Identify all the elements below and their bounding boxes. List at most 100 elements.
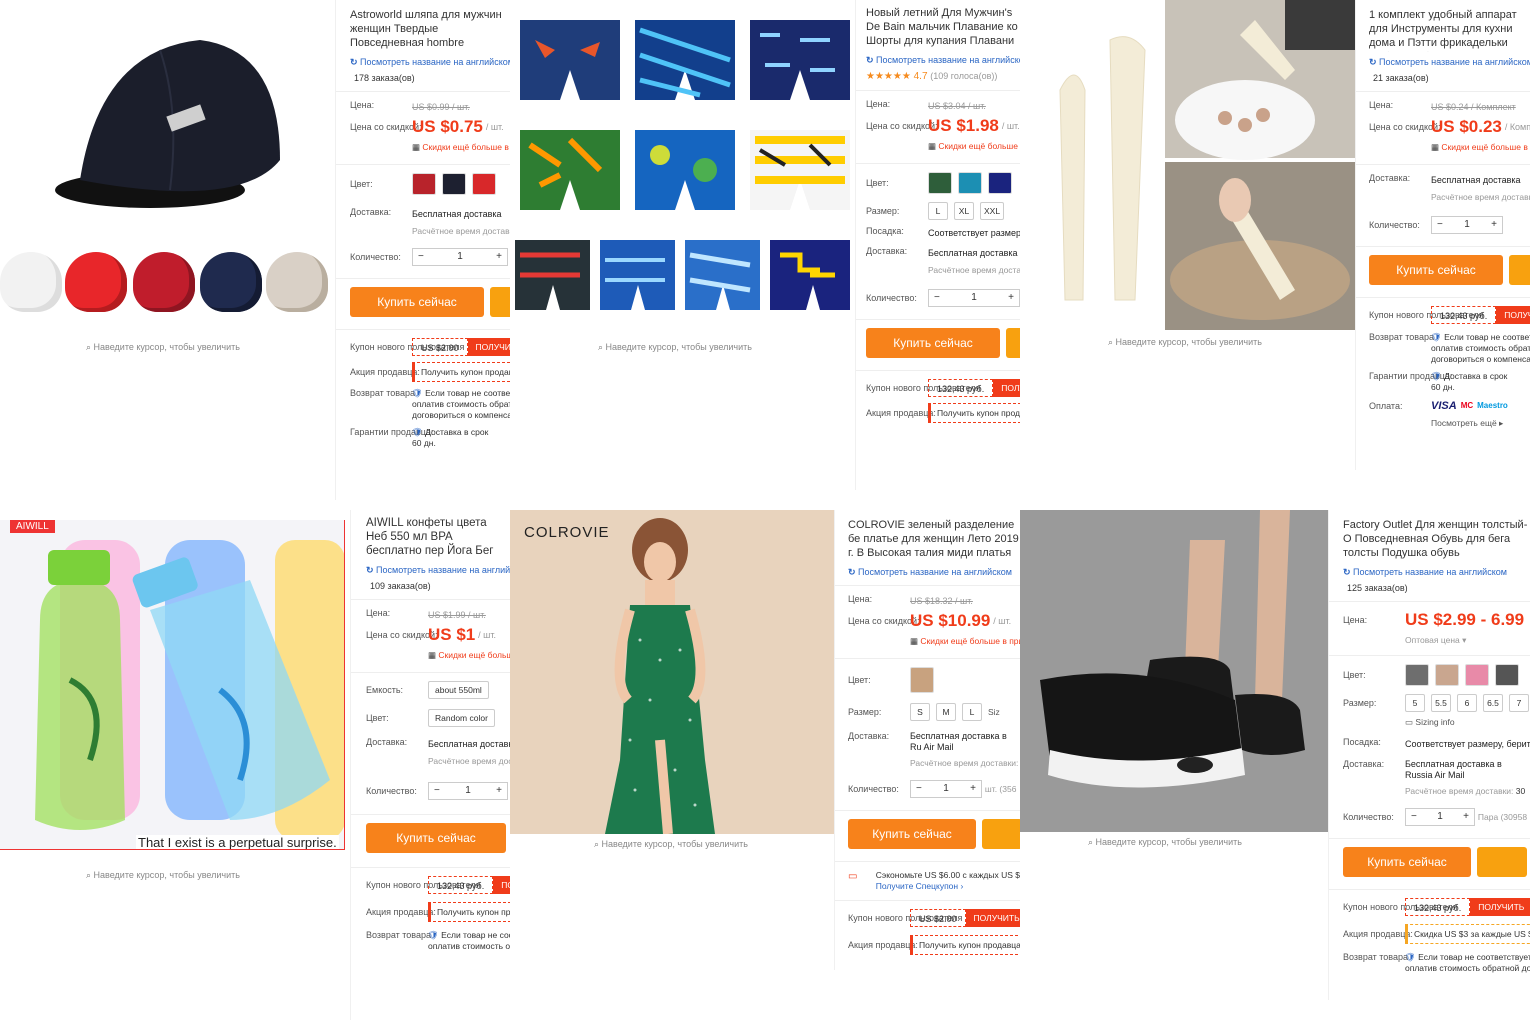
translate-link[interactable]: Посмотреть название на английском [350,55,510,69]
qty-minus-button[interactable]: − [1411,810,1417,824]
buy-now-button[interactable]: Купить сейчас [1369,255,1503,285]
new-user-coupon[interactable]: US $2.00ПОЛУЧИТЬ [910,909,1020,927]
color-swatch-3[interactable] [988,172,1012,194]
qty-minus-button[interactable]: − [418,250,424,264]
translate-link[interactable]: Посмотреть название на английском [1343,565,1530,579]
buy-now-button[interactable]: Купить сейчас [350,287,484,317]
size-option-5[interactable]: 5 [1405,694,1425,712]
new-user-coupon[interactable]: US $2.00ПОЛУЧИТЬ [412,338,510,356]
product-main-image-kitchen[interactable] [1035,0,1355,330]
delivery-method[interactable]: Бесплатная доставка [428,737,510,751]
thumb-white-cap[interactable] [0,252,62,312]
seller-promo-coupon[interactable]: Получить купон продавца [910,935,1020,955]
size-option-m[interactable]: M [936,703,956,721]
size-option-5-5[interactable]: 5.5 [1431,694,1451,712]
new-user-coupon[interactable]: 132,43 руб.ПОЛУЧИТЬ [928,379,1020,397]
delivery-method[interactable]: Бесплатная доставка [1431,173,1521,187]
product-title[interactable]: AIWILL конфеты цвета Неб 550 мл BPA бесп… [366,516,510,560]
size-option-l[interactable]: L [962,703,982,721]
product-main-image-shoes[interactable] [1020,510,1328,832]
color-swatch-green[interactable] [910,667,934,693]
product-main-image-bottle[interactable]: AIWILL That I exist is a perpetual surpr… [0,520,345,850]
size-option-xxl[interactable]: XXL [980,202,1005,220]
delivery-method[interactable]: Бесплатная доставка в Ru Air Mail [910,731,1020,753]
product-title[interactable]: Astroworld шляпа для мужчин женщин Тверд… [350,8,510,52]
product-title[interactable]: Новый летний Для Мужчин's De Bain мальчи… [866,6,1020,50]
quantity-stepper[interactable]: − 1 + [428,782,508,800]
qty-plus-button[interactable]: + [1491,218,1497,232]
buy-now-button[interactable]: Купить сейчас [848,819,976,849]
color-swatch-1[interactable] [1405,664,1429,686]
thumb-darkred-cap[interactable] [133,252,195,312]
add-to-cart-button[interactable] [982,819,1020,849]
color-swatch-3[interactable] [1465,664,1489,686]
color-swatch-black[interactable] [442,173,466,195]
app-discount-link[interactable]: Скидки ещё больше в приложении [428,648,510,662]
size-option-7[interactable]: 7 [1509,694,1529,712]
qty-minus-button[interactable]: − [916,782,922,796]
delivery-method[interactable]: Бесплатная доставка в Russia Air Mail [1405,759,1529,781]
app-discount-link[interactable]: Скидки ещё больше в приложении [1431,140,1530,154]
size-option-6-5[interactable]: 6.5 [1483,694,1503,712]
color-option[interactable]: Random color [428,709,495,727]
color-swatch-1[interactable] [928,172,952,194]
thumb-red-cap[interactable] [65,252,127,312]
translate-link[interactable]: Посмотреть название на английском [366,563,510,577]
color-swatch-2[interactable] [958,172,982,194]
product-main-image-dress[interactable]: COLROVIE [510,510,834,834]
seller-promo-coupon[interactable]: Получить купон продавца [928,403,1020,423]
seller-promo-coupon[interactable]: Получить купон продавца [412,362,510,382]
see-more-link[interactable]: Посмотреть ещё ▸ [1431,416,1503,430]
qty-value[interactable]: 1 [1464,218,1470,232]
rating[interactable]: ★★★★★ 4.7 (109 голоса(ов)) [866,69,1020,84]
add-to-cart-button[interactable] [1006,328,1020,358]
wholesale-price-link[interactable]: Оптовая цена ▾ [1405,633,1466,647]
buy-now-button[interactable]: Купить сейчас [1343,847,1471,877]
new-user-coupon[interactable]: 132,43 руб.ПОЛУЧИТЬ [1431,306,1530,324]
buy-now-button[interactable]: Купить сейчас [366,823,506,853]
size-option-l[interactable]: L [928,202,948,220]
quantity-stepper[interactable]: − 1 + [928,289,1020,307]
qty-plus-button[interactable]: + [970,782,976,796]
buy-now-button[interactable]: Купить сейчас [866,328,1000,358]
seller-promo-discount[interactable]: Скидка US $3 за каждые US $ [1405,924,1530,944]
thumb-beige-cap[interactable] [266,252,328,312]
quantity-stepper[interactable]: − 1 + [910,780,982,798]
product-main-image-shorts[interactable] [510,10,855,320]
seller-promo-coupon[interactable]: Получить купон продавца [428,902,510,922]
qty-minus-button[interactable]: − [934,291,940,305]
qty-value[interactable]: 1 [1437,810,1443,824]
qty-plus-button[interactable]: + [1463,810,1469,824]
new-user-coupon[interactable]: 132,43 руб.ПОЛУЧИТЬ [428,876,510,894]
special-coupon-link[interactable]: Получите Спецкупон › [876,881,964,891]
color-swatch-red[interactable] [412,173,436,195]
add-to-cart-button[interactable] [1509,255,1530,285]
qty-minus-button[interactable]: − [1437,218,1443,232]
product-main-image-cap[interactable] [40,10,300,240]
quantity-stepper[interactable]: − 1 + [1431,216,1503,234]
color-swatch-4[interactable] [1495,664,1519,686]
qty-plus-button[interactable]: + [496,784,502,798]
translate-link[interactable]: Посмотреть название на английском [1369,55,1530,69]
add-to-cart-button[interactable] [490,287,510,317]
delivery-method[interactable]: Бесплатная доставка [412,207,502,221]
size-option-s[interactable]: S [910,703,930,721]
qty-value[interactable]: 1 [943,782,949,796]
qty-plus-button[interactable]: + [496,250,502,264]
app-discount-link[interactable]: Скидки ещё больше в приложении [910,634,1020,648]
color-swatch-red-2[interactable] [472,173,496,195]
translate-link[interactable]: Посмотреть название на английском [866,53,1020,67]
thumb-navy-cap[interactable] [200,252,262,312]
size-option-6[interactable]: 6 [1457,694,1477,712]
add-to-cart-button[interactable] [1477,847,1527,877]
app-discount-link[interactable]: Скидки ещё больше в приложении [412,140,510,154]
qty-value[interactable]: 1 [971,291,977,305]
product-title[interactable]: 1 комплект удобный аппарат для Инструмен… [1369,8,1530,52]
qty-value[interactable]: 1 [457,250,463,264]
quantity-stepper[interactable]: − 1 + [1405,808,1475,826]
color-swatch-2[interactable] [1435,664,1459,686]
capacity-option[interactable]: about 550ml [428,681,489,699]
quantity-stepper[interactable]: − 1 + [412,248,508,266]
sizing-info-link[interactable]: ▭ Sizing info [1405,715,1455,729]
size-option-xl[interactable]: XL [954,202,974,220]
